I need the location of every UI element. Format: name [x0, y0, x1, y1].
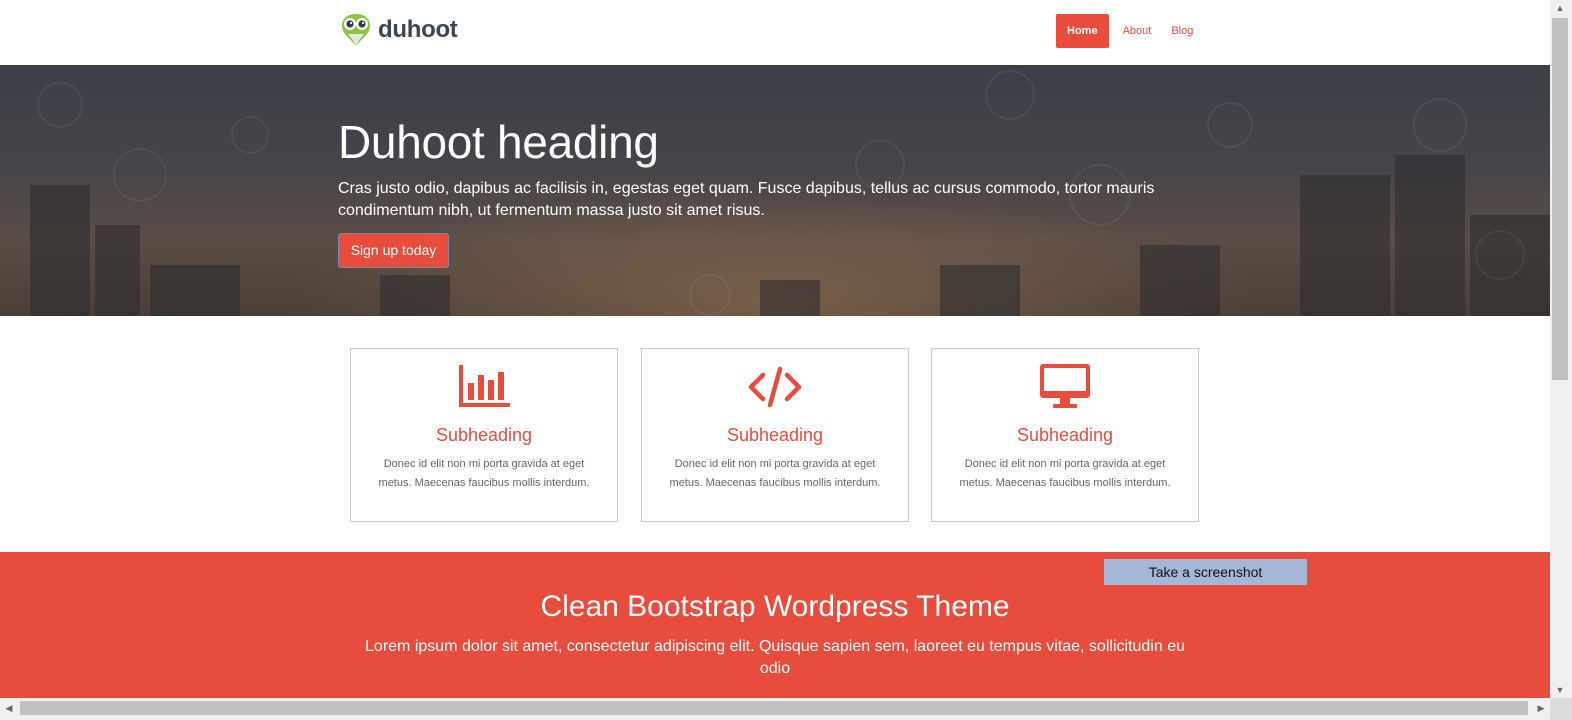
hero-section: Duhoot heading Cras justo odio, dapibus … — [0, 65, 1550, 316]
brand-name: duhoot — [378, 16, 458, 43]
scroll-left-arrow-icon[interactable]: ◀ — [0, 698, 18, 718]
feature-text: Donec id elit non mi porta gravida at eg… — [669, 458, 881, 489]
hero-text: Cras justo odio, dapibus ac facilisis in… — [338, 180, 1155, 219]
feature-card: Subheading Donec id elit non mi porta gr… — [641, 348, 909, 522]
promo-title: Clean Bootstrap Wordpress Theme — [540, 590, 1010, 623]
feature-text: Donec id elit non mi porta gravida at eg… — [959, 458, 1171, 489]
browser-viewport: duhoot Home About Blog Duhoot heading Cr… — [0, 0, 1550, 698]
nav-about[interactable]: About — [1113, 14, 1162, 48]
scroll-down-arrow-icon[interactable]: ▼ — [1550, 682, 1570, 698]
feature-text: Donec id elit non mi porta gravida at eg… — [378, 458, 590, 489]
vertical-scroll-thumb[interactable] — [1552, 18, 1568, 380]
horizontal-scrollbar[interactable]: ◀ ▶ — [0, 698, 1572, 720]
feature-card: Subheading Donec id elit non mi porta gr… — [350, 348, 618, 522]
bar-chart-icon — [459, 365, 510, 407]
horizontal-scroll-thumb[interactable] — [20, 701, 1528, 715]
code-icon — [748, 366, 802, 408]
desktop-icon — [1040, 364, 1090, 408]
owl-logo-icon — [342, 14, 370, 46]
feature-heading: Subheading — [435, 425, 533, 445]
nav-home[interactable]: Home — [1056, 14, 1109, 48]
scroll-up-arrow-icon[interactable]: ▲ — [1550, 0, 1570, 16]
feature-heading: Subheading — [1016, 425, 1114, 445]
promo-text: Lorem ipsum dolor sit amet, consectetur … — [365, 638, 1185, 677]
sign-up-button[interactable]: Sign up today — [338, 233, 449, 268]
brand[interactable]: duhoot — [338, 12, 458, 48]
feature-card: Subheading Donec id elit non mi porta gr… — [931, 348, 1199, 522]
nav-blog[interactable]: Blog — [1161, 14, 1203, 48]
main-nav: Home About Blog — [1056, 14, 1203, 48]
promo-section: Clean Bootstrap Wordpress Theme Lorem ip… — [0, 552, 1550, 698]
feature-heading: Subheading — [726, 425, 824, 445]
navbar: duhoot Home About Blog — [0, 0, 1550, 65]
vertical-scrollbar[interactable]: ▲ ▼ — [1550, 0, 1572, 698]
features-section: Subheading Donec id elit non mi porta gr… — [0, 316, 1550, 552]
hero-title: Duhoot heading — [338, 116, 659, 168]
scroll-right-arrow-icon[interactable]: ▶ — [1532, 698, 1550, 718]
scrollbar-corner — [1550, 698, 1572, 720]
take-screenshot-button[interactable]: Take a screenshot — [1104, 559, 1307, 585]
